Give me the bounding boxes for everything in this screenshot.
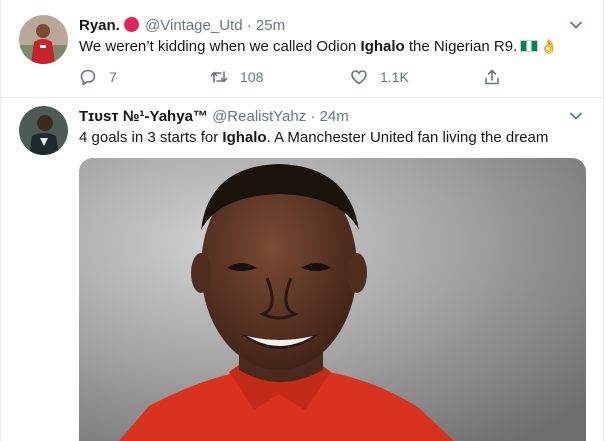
tweet-text: 4 goals in 3 starts for Ighalo. A Manche… xyxy=(79,128,548,148)
share-button[interactable] xyxy=(483,66,501,88)
retweet-button[interactable]: 108 xyxy=(210,66,263,88)
separator: · xyxy=(246,17,252,34)
tweet-actions: 7 108 1.1K xyxy=(79,66,509,88)
chevron-down-icon[interactable] xyxy=(567,16,585,34)
timestamp[interactable]: 25m xyxy=(256,17,285,34)
display-name[interactable]: Tɪᴜsᴛ №¹-Yahya™ xyxy=(79,108,208,125)
tweet-header: Tɪᴜsᴛ №¹-Yahya™ @RealistYahz · 24m xyxy=(79,107,349,127)
tweet-text-part: We weren’t kidding when we called Odion xyxy=(79,38,361,55)
display-name[interactable]: Ryan. xyxy=(79,17,120,34)
heart-icon xyxy=(351,70,367,85)
retweet-icon xyxy=(210,71,228,83)
user-handle[interactable]: @RealistYahz xyxy=(212,108,306,125)
avatar[interactable] xyxy=(19,106,68,155)
like-button[interactable]: 1.1K xyxy=(350,66,409,88)
tweet[interactable]: Tɪᴜsᴛ №¹-Yahya™ @RealistYahz · 24m 4 goa… xyxy=(1,97,605,441)
separator: · xyxy=(310,108,316,125)
like-count: 1.1K xyxy=(380,69,409,85)
tweet-text-part: . A Manchester United fan living the dre… xyxy=(266,129,549,146)
share-icon xyxy=(485,69,499,85)
reply-button[interactable]: 7 xyxy=(79,66,117,88)
tweet-text-highlight: Ighalo xyxy=(360,38,405,55)
timestamp[interactable]: 24m xyxy=(320,108,349,125)
retweet-count: 108 xyxy=(240,69,264,85)
reply-icon xyxy=(80,69,96,86)
tweet-photo[interactable] xyxy=(79,158,586,441)
tweet-header: Ryan. @Vintage_Utd · 25m xyxy=(79,16,285,36)
user-handle[interactable]: @Vintage_Utd xyxy=(145,17,243,34)
tweet-text-part: 4 goals in 3 starts for xyxy=(79,129,223,146)
chevron-down-icon[interactable] xyxy=(567,107,585,125)
ok-hand-icon: 👌 xyxy=(540,39,558,55)
nigeria-flag-icon xyxy=(520,40,539,52)
timeline: Ryan. @Vintage_Utd · 25m We weren’t kidd… xyxy=(0,0,605,441)
red-circle-emoji-icon xyxy=(123,17,139,32)
tweet[interactable]: Ryan. @Vintage_Utd · 25m We weren’t kidd… xyxy=(1,0,605,98)
tweet-text: We weren’t kidding when we called Odion … xyxy=(79,37,558,57)
tweet-text-part: the Nigerian R9. xyxy=(404,38,518,55)
avatar[interactable] xyxy=(19,15,68,64)
photo-image xyxy=(79,158,586,441)
reply-count: 7 xyxy=(109,69,117,85)
tweet-text-highlight: Ighalo xyxy=(222,129,267,146)
